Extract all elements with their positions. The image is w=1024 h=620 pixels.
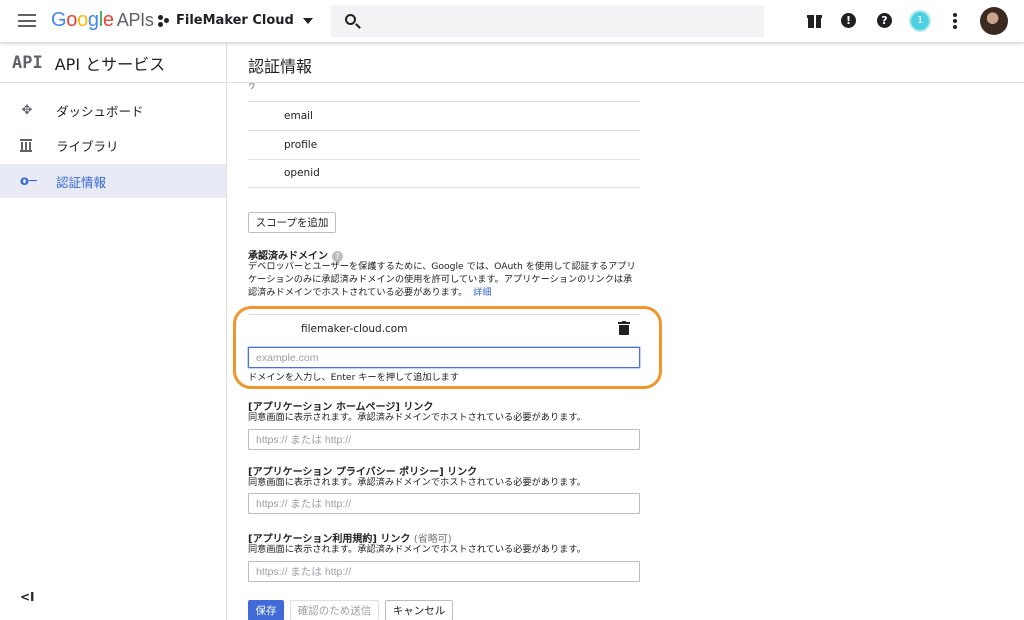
sidebar-item-library[interactable]: ライブラリ xyxy=(0,128,226,162)
tos-link-description: 同意画面に表示されます。承認済みドメインでホストされている必要があります。 xyxy=(248,544,586,555)
main-header: 認証情報 xyxy=(227,43,1024,83)
submit-for-verification-button[interactable]: 確認のため送信 xyxy=(290,600,379,620)
authorized-domains-description: デベロッパーとユーザーを保護するために、Google では、OAuth を使用し… xyxy=(248,260,640,299)
homepage-link-description: 同意画面に表示されます。承認済みドメインでホストされている必要があります。 xyxy=(248,412,586,423)
sidebar-item-label: ダッシュボード xyxy=(56,103,144,119)
gift-icon[interactable] xyxy=(806,12,824,30)
tos-link-input[interactable] xyxy=(248,561,640,582)
project-name: FileMaker Cloud xyxy=(176,13,294,28)
api-icon: API xyxy=(12,52,43,73)
caret-down-icon xyxy=(302,17,313,24)
scope-divider xyxy=(248,84,640,102)
page-title: 認証情報 xyxy=(248,57,313,76)
domain-value: filemaker-cloud.com xyxy=(301,323,408,335)
privacy-link-description: 同意画面に表示されます。承認済みドメインでホストされている必要があります。 xyxy=(248,477,586,488)
menu-icon[interactable] xyxy=(18,14,36,27)
sidebar-item-label: 認証情報 xyxy=(56,174,107,190)
scope-name: profile xyxy=(284,139,318,151)
sidebar-item-label: ライブラリ xyxy=(56,138,119,154)
delete-icon[interactable] xyxy=(618,321,630,335)
sidebar-item-credentials[interactable]: o─ 認証情報 xyxy=(0,164,226,198)
details-link[interactable]: 詳細 xyxy=(473,287,491,298)
scope-row: email xyxy=(248,102,640,131)
user-avatar[interactable] xyxy=(980,7,1008,35)
add-scope-button[interactable]: スコープを追加 xyxy=(248,212,336,233)
project-icon xyxy=(158,14,170,27)
collapse-sidebar-button[interactable]: <I xyxy=(20,590,35,604)
homepage-link-input[interactable] xyxy=(248,429,640,450)
save-button[interactable]: 保存 xyxy=(248,600,284,620)
sidebar-title: API とサービス xyxy=(54,54,166,74)
help-icon[interactable]: ? xyxy=(876,12,894,30)
cancel-button[interactable]: キャンセル xyxy=(385,600,453,620)
sidebar: API API とサービス ✥ ダッシュボード ライブラリ o─ 認証情報 <I xyxy=(0,43,227,620)
dashboard-icon: ✥ xyxy=(21,102,33,118)
google-apis-logo[interactable]: Google APIs xyxy=(51,9,154,32)
domain-input[interactable] xyxy=(248,347,640,368)
top-app-bar: Google APIs FileMaker Cloud ! ? 1 xyxy=(0,0,1024,43)
project-selector[interactable]: FileMaker Cloud xyxy=(158,13,313,28)
oauth-consent-form: ヮ email profile openid スコープを追加 承認済みドメイン?… xyxy=(248,82,668,620)
feedback-icon[interactable]: ! xyxy=(840,12,858,30)
sidebar-header: API API とサービス xyxy=(0,43,226,83)
privacy-link-input[interactable] xyxy=(248,493,640,514)
account-badge[interactable]: 1 xyxy=(909,10,931,32)
library-icon xyxy=(20,139,34,153)
sidebar-item-dashboard[interactable]: ✥ ダッシュボード xyxy=(0,93,226,127)
key-icon: o─ xyxy=(20,174,37,189)
scope-row: openid xyxy=(248,159,640,188)
domain-input-hint: ドメインを入力し、Enter キーを押して追加します xyxy=(248,372,460,383)
search-bar[interactable] xyxy=(331,5,764,37)
scope-name: email xyxy=(284,110,313,122)
authorized-domain-row: filemaker-cloud.com xyxy=(248,314,640,344)
more-vert-icon[interactable] xyxy=(953,13,957,29)
description-text: デベロッパーとユーザーを保護するために、Google では、OAuth を使用し… xyxy=(248,261,636,298)
scope-row: profile xyxy=(248,131,640,160)
search-icon xyxy=(345,14,356,25)
scope-name: openid xyxy=(284,167,320,179)
